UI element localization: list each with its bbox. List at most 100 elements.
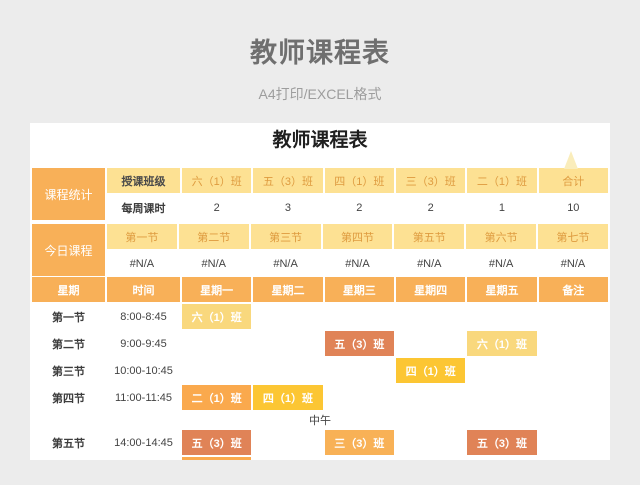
schedule-cell-empty	[396, 385, 465, 410]
schedule-cell-empty	[182, 358, 251, 383]
schedule-header: 时间	[107, 277, 180, 302]
schedule-header: 星期四	[395, 277, 466, 302]
schedule-cell-empty	[467, 385, 536, 410]
schedule-row: 第二节 9:00-9:45 五（3）班 六（1）班	[32, 331, 608, 356]
stats-total-header: 合计	[538, 168, 608, 193]
schedule-cell-empty	[467, 304, 536, 329]
schedule-time: 8:00-8:45	[120, 310, 167, 323]
today-value-cell: #N/A	[129, 257, 155, 270]
schedule-preview-card: 教师课程表 课程统计 授课班级 六（1）班 五（3）班 四（1）班 三（3）班 …	[30, 123, 610, 460]
schedule-cell-empty	[253, 331, 322, 356]
today-value-cell: #N/A	[488, 257, 514, 270]
schedule-cell-empty	[396, 430, 465, 455]
schedule-cell-monday: 五（3）班	[182, 430, 252, 455]
schedule-cell-empty	[396, 304, 465, 329]
schedule-period: 第三节	[52, 365, 85, 378]
schedule-row: 第六节 15:00-15:45 三（3）班	[32, 457, 608, 460]
schedule-header: 星期三	[324, 277, 394, 302]
today-courses-table: 今日课程 第一节 第二节 第三节 第四节 第五节 第六节 第七节 #N/A #N…	[30, 222, 610, 278]
page-title: 教师课程表	[250, 38, 390, 68]
today-value-cell: #N/A	[417, 257, 442, 270]
today-period-header: 第二节	[178, 224, 249, 249]
today-block-label: 今日课程	[32, 224, 105, 276]
schedule-header: 星期一	[182, 277, 252, 302]
schedule-cell-friday: 六（1）班	[467, 331, 537, 356]
stats-header-label: 授课班级	[107, 168, 180, 193]
schedule-cell-empty	[253, 358, 322, 383]
schedule-cell-thursday: 四（1）班	[395, 358, 466, 383]
stats-hours-cell: 2	[356, 201, 363, 214]
today-value-cell: #N/A	[273, 257, 298, 270]
schedule-cell-monday: 六（1）班	[182, 304, 252, 329]
today-period-header: 第三节	[250, 224, 321, 249]
stats-class-header: 二（1）班	[467, 168, 537, 193]
weekly-schedule-table: 星期 时间 星期一 星期二 星期三 星期四 星期五 备注 第一节 8:00-8:…	[30, 275, 610, 460]
schedule-cell-monday: 三（3）班	[182, 457, 252, 460]
today-value-cell: #N/A	[345, 257, 370, 270]
schedule-cell-empty	[325, 457, 394, 460]
schedule-header: 星期五	[467, 277, 537, 302]
schedule-period: 第一节	[52, 311, 85, 324]
schedule-cell-empty	[467, 358, 536, 383]
schedule-cell-empty	[325, 304, 394, 329]
schedule-cell-wednesday: 五（3）班	[324, 331, 394, 356]
today-period-header: 第一节	[107, 224, 177, 249]
schedule-header: 星期二	[253, 277, 323, 302]
schedule-cell-friday: 五（3）班	[467, 430, 537, 455]
today-value-cell: #N/A	[201, 257, 226, 270]
stats-class-header: 五（3）班	[253, 168, 323, 193]
schedule-cell-wednesday: 三（3）班	[324, 430, 394, 455]
schedule-time: 9:00-9:45	[120, 337, 167, 350]
schedule-cell-note	[539, 331, 608, 356]
stats-hours-cell: 3	[284, 201, 292, 214]
stats-total-cell: 10	[567, 201, 580, 214]
schedule-cell-empty	[325, 358, 394, 383]
stats-hours-cell: 2	[427, 201, 434, 214]
today-period-header: 第五节	[394, 224, 465, 249]
schedule-cell-empty	[253, 304, 322, 329]
stats-row-label: 每周课时	[121, 202, 166, 215]
schedule-cell-note	[539, 304, 608, 329]
decorative-ribbon-icon	[564, 151, 578, 169]
schedule-time: 15:00-15:45	[107, 457, 180, 460]
card-title: 教师课程表	[272, 130, 368, 151]
schedule-cell-note	[539, 358, 608, 383]
today-period-header: 第四节	[322, 224, 393, 249]
schedule-cell-empty	[182, 331, 251, 356]
noon-break-label: 中午	[309, 415, 331, 427]
course-stats-table: 课程统计 授课班级 六（1）班 五（3）班 四（1）班 三（3）班 二（1）班 …	[30, 166, 610, 222]
stats-block-label: 课程统计	[32, 168, 105, 220]
schedule-cell-empty	[396, 331, 465, 356]
today-period-header: 第七节	[538, 224, 608, 249]
schedule-row: 第五节 14:00-14:45 五（3）班 三（3）班 五（3）班	[32, 430, 608, 455]
schedule-time: 11:00-11:45	[114, 391, 173, 404]
schedule-time: 10:00-10:45	[114, 364, 173, 377]
schedule-cell-empty	[467, 457, 536, 460]
schedule-period: 第五节	[52, 437, 85, 450]
stats-hours-cell: 1	[498, 201, 506, 214]
schedule-cell-tuesday: 四（1）班	[253, 385, 323, 410]
schedule-period: 第二节	[52, 338, 85, 351]
schedule-row: 第三节 10:00-10:45 四（1）班	[32, 358, 608, 383]
schedule-header: 星期	[32, 277, 105, 302]
schedule-cell-empty	[396, 457, 465, 460]
schedule-cell-empty	[325, 385, 394, 410]
noon-break-row: 中午	[32, 412, 608, 428]
page-subtitle: A4打印/EXCEL格式	[258, 86, 382, 102]
schedule-cell-monday: 二（1）班	[182, 385, 252, 410]
schedule-time: 14:00-14:45	[114, 436, 173, 449]
schedule-cell-empty	[253, 430, 322, 455]
stats-class-header: 四（1）班	[324, 168, 394, 193]
schedule-cell-note	[539, 457, 608, 460]
stats-class-header: 三（3）班	[395, 168, 466, 193]
schedule-row: 第一节 8:00-8:45 六（1）班	[32, 304, 608, 329]
today-period-header: 第六节	[466, 224, 537, 249]
schedule-row: 第四节 11:00-11:45 二（1）班 四（1）班	[32, 385, 608, 410]
schedule-header: 备注	[538, 277, 608, 302]
schedule-cell-note	[539, 385, 608, 410]
stats-hours-cell: 2	[213, 201, 220, 214]
schedule-period: 第六节	[32, 457, 105, 460]
stats-class-header: 六（1）班	[182, 168, 252, 193]
schedule-cell-note	[539, 430, 608, 455]
schedule-cell-empty	[253, 457, 322, 460]
